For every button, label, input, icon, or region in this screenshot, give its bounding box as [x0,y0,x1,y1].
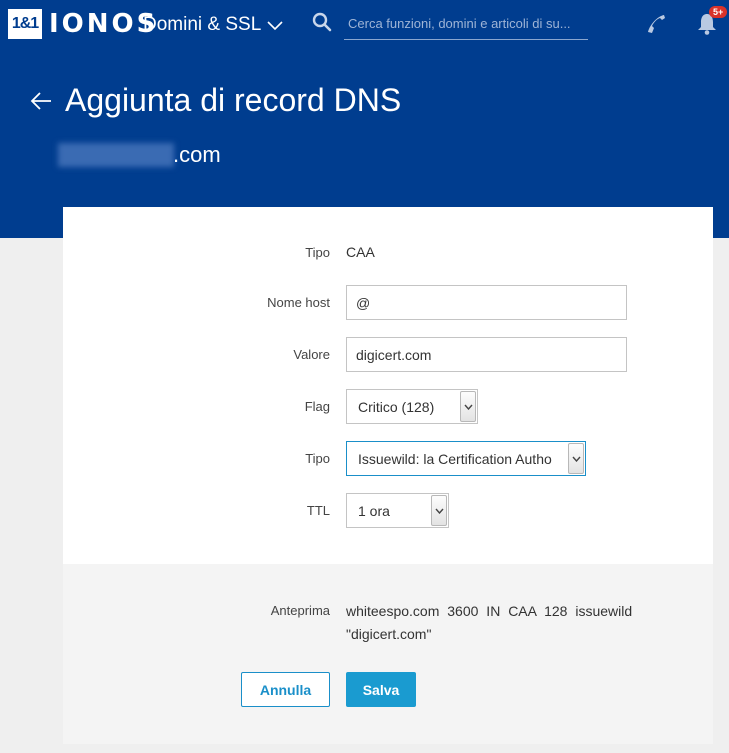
domain-suffix: .com [173,142,221,167]
cancel-button[interactable]: Annulla [241,672,330,707]
ttl-select[interactable]: 1 ora [346,493,449,528]
tag-label: Tipo [305,451,330,466]
flag-dropdown-button[interactable] [460,391,476,422]
host-name-input[interactable] [346,285,627,320]
top-navbar: 1&1 IONOS Domini & SSL 5+ [0,0,729,52]
section-label: Domini & SSL [143,14,262,35]
chevron-down-icon [463,404,473,410]
ttl-dropdown-button[interactable] [431,495,447,526]
ttl-label: TTL [306,503,330,518]
chevron-down-icon [434,508,444,514]
chevron-down-icon [267,21,283,31]
domain-redacted [58,143,174,167]
preview-text: whiteespo.com 3600 IN CAA 128 issuewild … [346,603,633,642]
logo-text: IONOS [49,9,159,39]
form-footer [63,564,713,744]
phone-icon[interactable] [644,12,668,36]
back-arrow-icon[interactable] [30,91,52,111]
search-icon[interactable] [312,12,332,32]
host-label: Nome host [267,295,330,310]
tag-dropdown-button[interactable] [568,443,584,474]
type-label: Tipo [305,245,330,260]
tag-selected-value: Issuewild: la Certification Autho [358,450,552,467]
ttl-selected-value: 1 ora [358,502,390,519]
chevron-down-icon [571,456,581,462]
notification-badge: 5+ [709,6,728,18]
flag-selected-value: Critico (128) [358,398,435,415]
section-dropdown[interactable]: Domini & SSL [143,14,283,36]
ionos-logo[interactable]: 1&1 IONOS [8,9,158,39]
record-type-value: CAA [346,244,375,260]
value-input[interactable] [346,337,627,372]
flag-select[interactable]: Critico (128) [346,389,478,424]
value-label: Valore [293,347,330,362]
preview-label: Anteprima [270,603,330,618]
logo-box: 1&1 [8,9,42,39]
flag-label: Flag [304,399,330,414]
save-button[interactable]: Salva [346,672,416,707]
page-title: Aggiunta di record DNS [65,82,402,118]
tag-select[interactable]: Issuewild: la Certification Autho [346,441,586,476]
search-input[interactable] [344,8,588,40]
